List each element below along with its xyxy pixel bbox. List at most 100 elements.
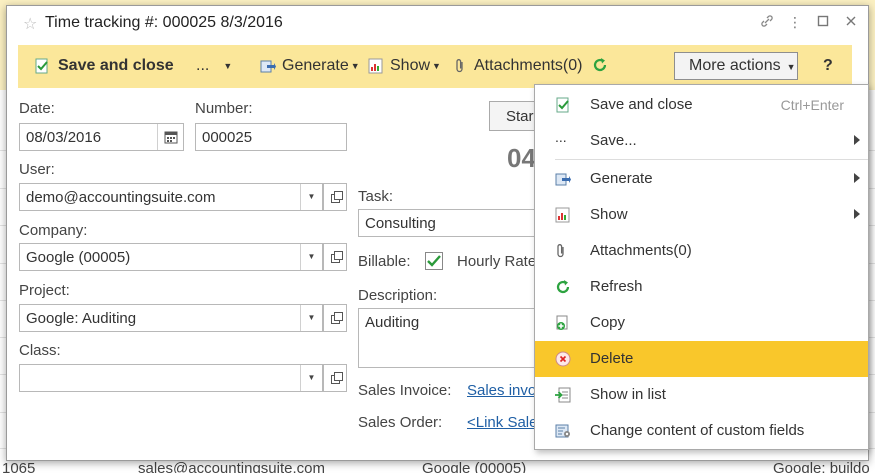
- sales-order-link[interactable]: <Link Sale: [467, 414, 537, 431]
- generate-icon: [555, 171, 571, 187]
- refresh-icon: [555, 279, 571, 295]
- background-table-row[interactable]: 1065 sales@accountingsuite.com Google (0…: [0, 459, 875, 473]
- more-dots-button[interactable]: ... ▼: [196, 57, 232, 75]
- project-value: Google: Auditing: [26, 310, 137, 327]
- open-class-button[interactable]: [323, 364, 347, 392]
- date-field[interactable]: 08/03/2016: [19, 123, 184, 151]
- menu-item-generate[interactable]: Generate: [535, 161, 868, 197]
- window-controls: ⋮: [760, 14, 858, 31]
- attachments-button[interactable]: Attachments(0): [454, 57, 582, 75]
- menu-item-save-and-close[interactable]: Save and close Ctrl+Enter: [535, 87, 868, 123]
- sales-invoice-label: Sales Invoice:: [358, 382, 452, 399]
- description-textarea[interactable]: Auditing: [358, 308, 536, 368]
- more-dots-label: ...: [196, 57, 210, 74]
- generate-icon: [260, 58, 276, 74]
- class-label: Class:: [19, 342, 61, 359]
- more-actions-button[interactable]: More actions ▼: [674, 52, 798, 80]
- bg-row-number: 1065: [2, 460, 36, 473]
- class-select[interactable]: ▼: [19, 364, 323, 392]
- show-in-list-icon: [555, 387, 571, 403]
- user-label: User:: [19, 161, 55, 178]
- menu-item-label: Delete: [590, 350, 634, 367]
- calendar-icon[interactable]: [157, 124, 183, 150]
- generate-button[interactable]: Generate ▼: [260, 57, 360, 75]
- more-actions-label: More actions: [689, 57, 781, 74]
- menu-item-show[interactable]: Show: [535, 197, 868, 233]
- description-label: Description:: [358, 287, 438, 304]
- menu-item-copy[interactable]: Copy: [535, 305, 868, 341]
- menu-item-refresh[interactable]: Refresh: [535, 269, 868, 305]
- save-and-close-button[interactable]: Save and close: [34, 57, 174, 75]
- company-select[interactable]: Google (00005) ▼: [19, 243, 323, 271]
- menu-item-label: Change content of custom fields: [590, 422, 805, 439]
- user-value: demo@accountingsuite.com: [26, 189, 216, 206]
- generate-label: Generate: [282, 57, 349, 74]
- bg-row-email: sales@accountingsuite.com: [138, 460, 325, 473]
- maximize-icon[interactable]: [816, 14, 830, 31]
- date-label: Date:: [19, 100, 55, 117]
- refresh-button[interactable]: [592, 57, 616, 73]
- menu-item-label: Copy: [590, 314, 626, 331]
- save-close-icon: [555, 97, 571, 113]
- menu-item-label: Show in list: [590, 386, 666, 403]
- menu-item-custom-fields[interactable]: Change content of custom fields: [535, 413, 868, 449]
- bg-row-project: Google: buildo: [773, 460, 870, 473]
- hourly-rate-label: Hourly Rate: [457, 253, 537, 270]
- dropdown-arrow-icon[interactable]: ▼: [300, 184, 322, 210]
- company-label: Company:: [19, 222, 88, 239]
- task-select[interactable]: Consulting: [358, 209, 536, 237]
- open-user-button[interactable]: [323, 183, 347, 211]
- link-icon[interactable]: [760, 14, 774, 31]
- number-value: 000025: [202, 129, 253, 146]
- menu-item-show-in-list[interactable]: Show in list: [535, 377, 868, 413]
- paperclip-icon: [454, 58, 466, 74]
- close-icon[interactable]: [844, 14, 858, 31]
- report-chart-icon: [555, 207, 571, 223]
- submenu-arrow-icon: [854, 173, 860, 183]
- billable-label: Billable:: [358, 253, 411, 270]
- save-close-icon: [34, 58, 50, 74]
- kebab-menu-icon[interactable]: ⋮: [788, 14, 802, 31]
- show-button[interactable]: Show ▼: [368, 57, 441, 75]
- task-label: Task:: [358, 188, 394, 205]
- chevron-down-icon: ▼: [786, 62, 796, 72]
- user-select[interactable]: demo@accountingsuite.com ▼: [19, 183, 323, 211]
- menu-separator: [555, 159, 868, 160]
- more-actions-menu: Save and close Ctrl+Enter ... Save... Ge…: [534, 84, 869, 450]
- open-company-button[interactable]: [323, 243, 347, 271]
- report-chart-icon: [368, 58, 384, 74]
- sales-order-label: Sales Order:: [358, 414, 443, 431]
- menu-item-label: Save...: [590, 132, 637, 149]
- menu-item-label: Show: [590, 206, 628, 223]
- ellipsis-icon: ...: [555, 129, 567, 145]
- date-value: 08/03/2016: [26, 129, 102, 146]
- copy-icon: [555, 315, 571, 331]
- open-project-button[interactable]: [323, 304, 347, 332]
- menu-item-delete[interactable]: Delete: [535, 341, 868, 377]
- dropdown-arrow-icon[interactable]: ▼: [300, 365, 322, 391]
- save-and-close-label: Save and close: [58, 57, 174, 74]
- dropdown-arrow-icon[interactable]: ▼: [300, 305, 322, 331]
- sales-invoice-link[interactable]: Sales invo: [467, 382, 536, 399]
- paperclip-icon: [555, 243, 571, 259]
- delete-icon: [555, 351, 571, 367]
- task-value: Consulting: [365, 215, 436, 232]
- project-select[interactable]: Google: Auditing ▼: [19, 304, 323, 332]
- show-label: Show: [390, 57, 431, 74]
- bg-row-company: Google (00005): [422, 460, 527, 473]
- description-value: Auditing: [365, 314, 420, 331]
- chevron-down-icon: ▼: [432, 61, 441, 71]
- attachments-label: Attachments(0): [474, 57, 583, 74]
- favorite-star-icon[interactable]: ☆: [23, 14, 37, 34]
- refresh-icon: [592, 57, 608, 73]
- chevron-down-icon: ▼: [223, 61, 233, 71]
- menu-item-attachments[interactable]: Attachments(0): [535, 233, 868, 269]
- billable-checkbox[interactable]: [425, 252, 443, 270]
- help-button[interactable]: ?: [823, 57, 833, 75]
- dialog-title: Time tracking #: 000025 8/3/2016: [45, 14, 283, 31]
- number-field[interactable]: 000025: [195, 123, 347, 151]
- company-value: Google (00005): [26, 249, 131, 266]
- menu-item-save[interactable]: ... Save...: [535, 123, 868, 159]
- dropdown-arrow-icon[interactable]: ▼: [300, 244, 322, 270]
- menu-item-label: Generate: [590, 170, 653, 187]
